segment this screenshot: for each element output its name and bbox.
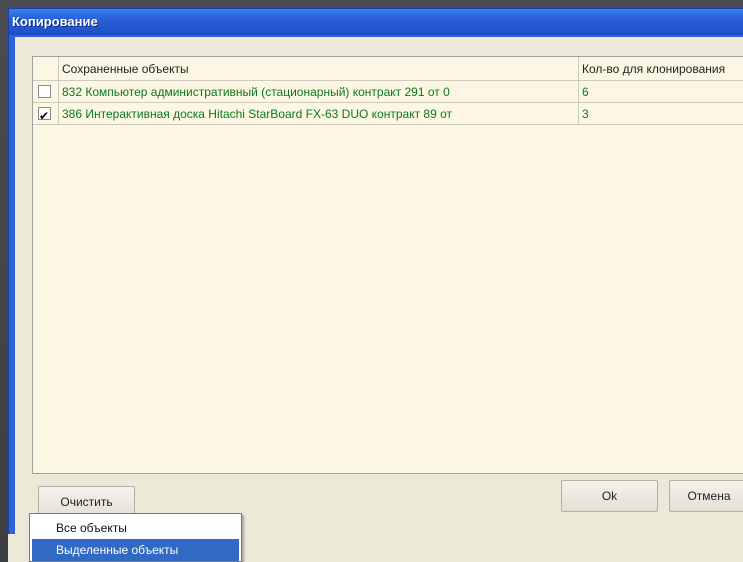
clone-count-cell[interactable]: 3 <box>579 103 743 124</box>
dialog-client-area: Сохраненные объекты Кол-во для клонирова… <box>15 37 743 537</box>
row-checkbox-cell <box>33 81 59 102</box>
objects-grid: Сохраненные объекты Кол-во для клонирова… <box>32 56 743 474</box>
copy-dialog: Копирование Сохраненные объекты Кол-во д… <box>8 8 743 550</box>
object-name-cell[interactable]: 386 Интерактивная доска Hitachi StarBoar… <box>59 103 579 124</box>
cancel-button[interactable]: Отмена <box>669 480 743 512</box>
header-clone-count[interactable]: Кол-во для клонирования <box>579 57 743 80</box>
menu-item-selected-objects[interactable]: Выделенные объекты <box>32 539 239 561</box>
object-name-cell[interactable]: 832 Компьютер административный (стациона… <box>59 81 579 102</box>
title-bar[interactable]: Копирование <box>9 9 743 35</box>
window-title: Копирование <box>12 14 98 29</box>
header-checkbox-column <box>33 57 59 80</box>
header-saved-objects[interactable]: Сохраненные объекты <box>59 57 579 80</box>
menu-item-all-objects[interactable]: Все объекты <box>32 517 239 539</box>
table-row[interactable]: 832 Компьютер административный (стациона… <box>33 81 743 103</box>
ok-button[interactable]: Ok <box>561 480 658 512</box>
grid-header: Сохраненные объекты Кол-во для клонирова… <box>33 57 743 81</box>
row-checkbox-cell <box>33 103 59 124</box>
row-checkbox[interactable] <box>38 105 51 124</box>
clone-count-cell[interactable]: 6 <box>579 81 743 102</box>
row-checkbox[interactable] <box>38 85 51 98</box>
table-row[interactable]: 386 Интерактивная доска Hitachi StarBoar… <box>33 103 743 125</box>
clear-dropdown-menu: Все объекты Выделенные объекты <box>29 513 242 562</box>
